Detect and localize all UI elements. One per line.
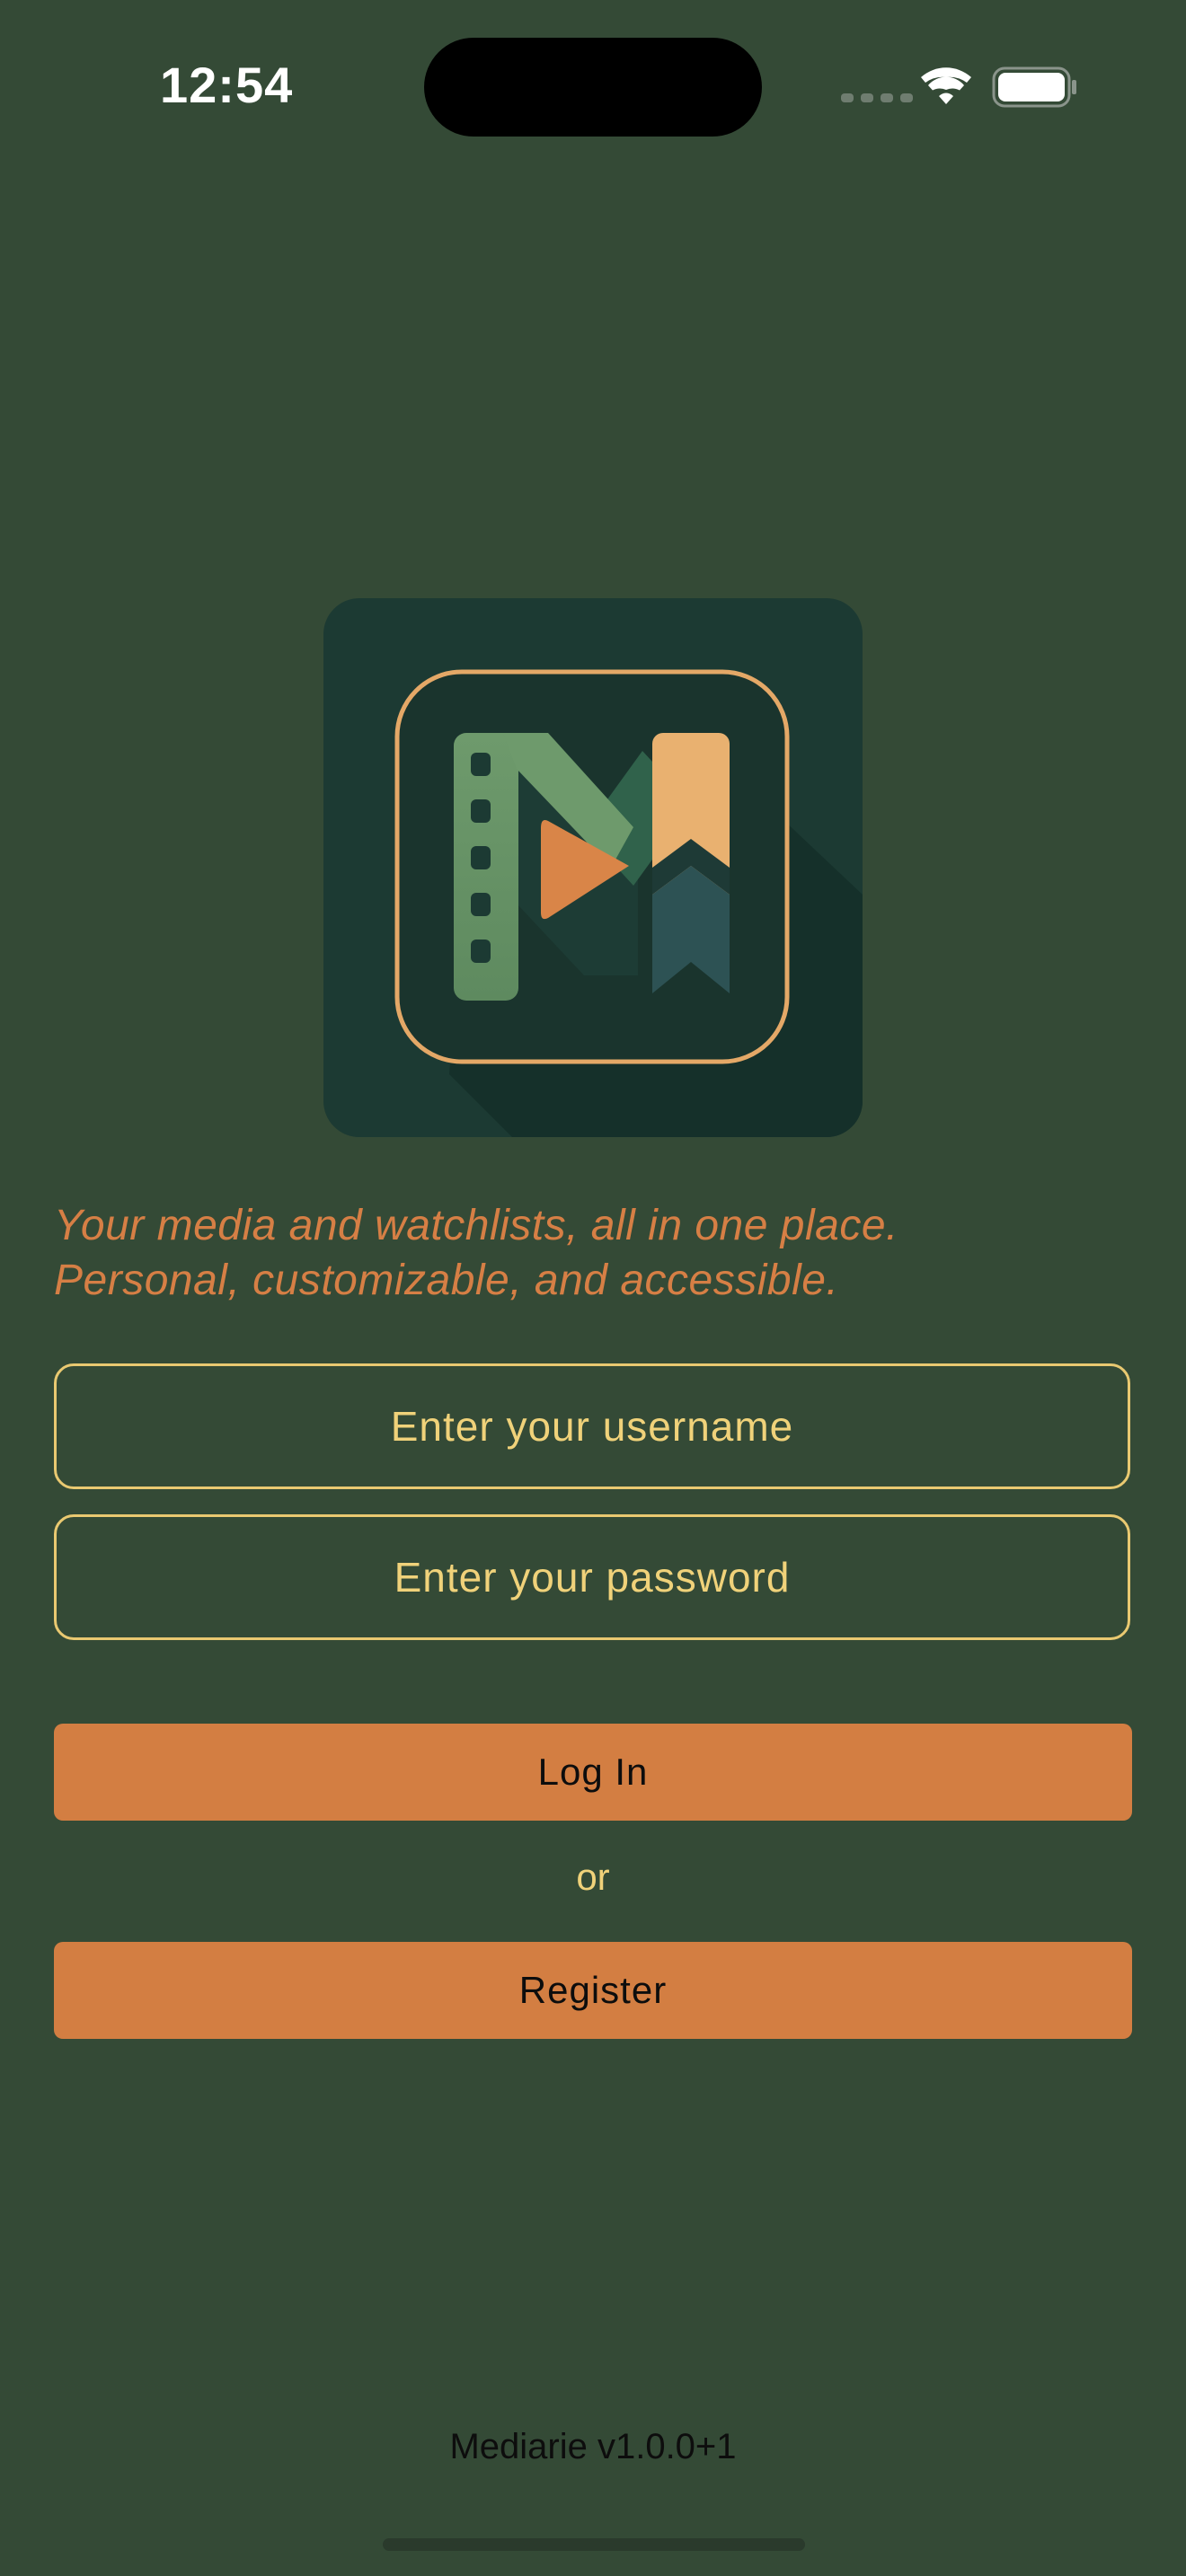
cellular-signal-icon <box>841 93 913 102</box>
battery-icon <box>992 66 1076 108</box>
username-field[interactable] <box>54 1363 1130 1489</box>
tagline-line-2: Personal, customizable, and accessible. <box>54 1257 839 1304</box>
wifi-icon <box>921 67 971 104</box>
tagline-line-1: Your media and watchlists, all in one pl… <box>54 1202 898 1249</box>
app-version: Mediarie v1.0.0+1 <box>449 2427 737 2466</box>
register-button[interactable]: Register <box>54 1942 1132 2039</box>
tagline: Your media and watchlists, all in one pl… <box>54 1198 1132 1308</box>
password-field[interactable] <box>54 1514 1130 1640</box>
username-input[interactable] <box>57 1365 1128 1487</box>
or-separator: or <box>576 1856 610 1898</box>
status-bar: 12:54 <box>0 0 1186 180</box>
login-button[interactable]: Log In <box>54 1724 1132 1821</box>
status-time: 12:54 <box>160 57 294 113</box>
password-input[interactable] <box>57 1516 1128 1638</box>
app-logo <box>323 598 863 1137</box>
home-indicator[interactable] <box>383 2538 805 2551</box>
dynamic-island <box>424 38 762 137</box>
